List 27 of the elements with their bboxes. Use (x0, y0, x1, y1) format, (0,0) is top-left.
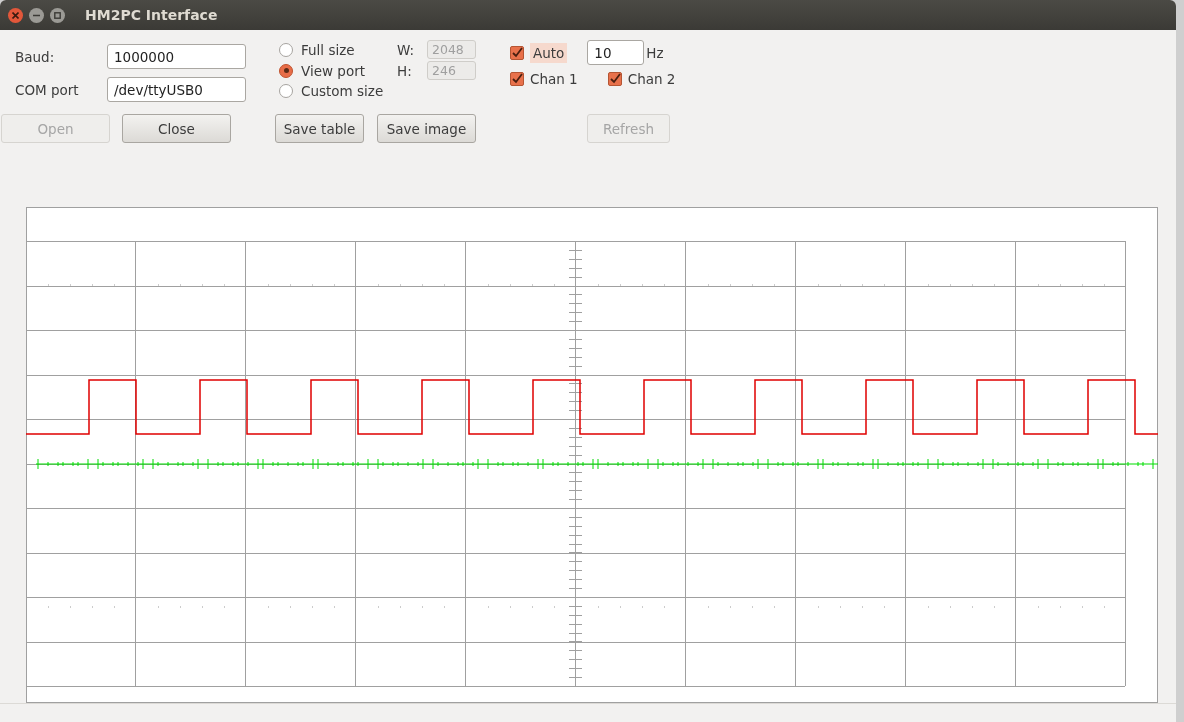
checkbox-label: Chan 2 (627, 71, 676, 87)
window-title: HM2PC Interface (85, 7, 218, 23)
radio-button[interactable] (279, 63, 293, 78)
checkbox-label: Chan 1 (530, 71, 578, 87)
radio-label: Full size (301, 42, 355, 59)
text-field[interactable]: /dev/ttyUSB0 (107, 77, 246, 102)
action-button[interactable]: Save table (275, 114, 364, 143)
checkbox[interactable] (510, 72, 524, 86)
radio-button[interactable] (279, 84, 293, 99)
text-field[interactable]: 1000000 (107, 44, 246, 69)
field-label: Baud: (15, 48, 56, 65)
field-label: W: (397, 41, 416, 58)
radio-label: View port (301, 62, 365, 79)
unit-label: Hz (646, 44, 664, 61)
rate-field[interactable]: 10 (587, 40, 645, 65)
maximize-icon[interactable] (50, 7, 65, 23)
checkbox[interactable] (510, 45, 524, 60)
radio-label: Custom size (301, 83, 384, 100)
action-button[interactable]: Close (122, 114, 231, 143)
radio-button[interactable] (279, 43, 293, 58)
field-label: H: (397, 62, 413, 79)
minimize-icon[interactable] (29, 7, 44, 23)
action-button[interactable]: Save image (377, 114, 476, 143)
field-label: COM port (15, 81, 80, 98)
checkbox[interactable] (607, 72, 622, 86)
checkbox-label: Auto (530, 42, 568, 63)
close-icon[interactable] (8, 7, 23, 23)
